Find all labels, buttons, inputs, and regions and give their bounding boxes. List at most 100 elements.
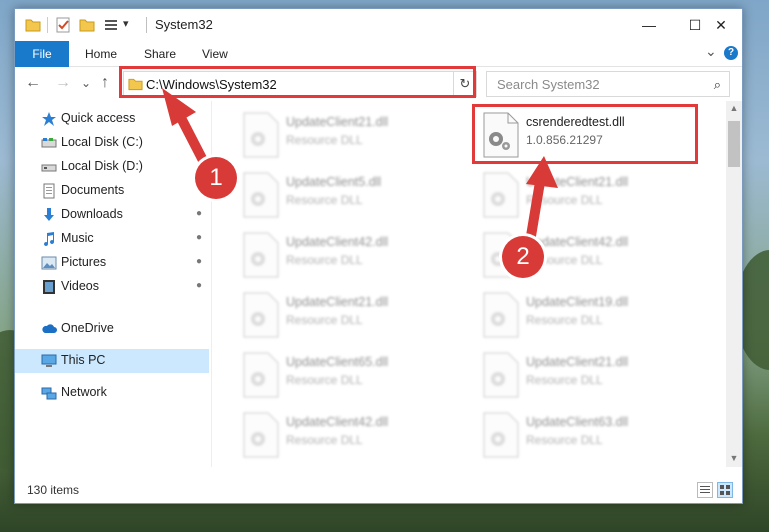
close-button[interactable]: ✕ [698, 9, 744, 41]
sidebar-item-label: Videos [61, 279, 99, 293]
search-input[interactable]: Search System32 ⌕ [486, 71, 730, 97]
file-type: Resource DLL [526, 373, 603, 387]
sidebar-item-label: OneDrive [61, 321, 114, 335]
sidebar-item-network[interactable]: Network [15, 381, 209, 405]
recent-locations-button[interactable]: ⌄ [81, 76, 91, 90]
drive-icon [41, 164, 57, 172]
star-icon [42, 112, 56, 126]
scroll-down-icon[interactable]: ▼ [726, 453, 742, 463]
file-name: UpdateClient19.dll [526, 295, 629, 309]
file-name: UpdateClient42.dll [286, 235, 389, 249]
list-item[interactable]: UpdateClient21.dll Resource DLL [476, 167, 708, 223]
sidebar-item-music[interactable]: Music ● [15, 227, 209, 251]
dll-file-icon [243, 112, 279, 158]
file-name: UpdateClient21.dll [526, 355, 629, 369]
list-item[interactable]: UpdateClient63.dll Resource DLL [476, 407, 708, 463]
file-type: Resource DLL [286, 193, 363, 207]
list-item[interactable]: UpdateClient42.dll Resource DLL [236, 227, 468, 283]
toolbar-dropdown-icon[interactable]: ▾ [123, 17, 129, 30]
back-button[interactable]: ← [25, 74, 41, 92]
sidebar-item-pictures[interactable]: Pictures ● [15, 251, 209, 275]
dll-file-icon [243, 412, 279, 458]
file-name: UpdateClient42.dll [286, 415, 389, 429]
list-item[interactable]: UpdateClient5.dll Resource DLL [236, 167, 468, 223]
sidebar-item-documents[interactable]: Documents ● [15, 179, 209, 203]
sidebar-item-label: Network [61, 385, 107, 399]
sidebar-item-label: Pictures [61, 255, 107, 269]
scroll-up-icon[interactable]: ▲ [726, 103, 742, 113]
list-item[interactable]: UpdateClient65.dll Resource DLL [236, 347, 468, 403]
file-highlight [472, 104, 698, 164]
properties-icon[interactable] [55, 17, 71, 33]
file-name: UpdateClient21.dll [286, 295, 389, 309]
ribbon-expand-icon[interactable]: ⌄ [705, 43, 717, 60]
tab-view[interactable]: View [202, 47, 228, 61]
file-name: UpdateClient63.dll [526, 415, 629, 429]
videos-icon [43, 280, 55, 294]
vertical-scrollbar[interactable]: ▲ ▼ [726, 101, 742, 467]
documents-icon [43, 183, 55, 199]
minimize-button[interactable]: — [626, 9, 672, 41]
sidebar-item-label: Downloads [61, 207, 123, 221]
customize-toolbar-icon[interactable] [103, 17, 119, 33]
tab-home[interactable]: Home [85, 47, 117, 61]
list-item[interactable]: UpdateClient21.dll Resource DLL [476, 347, 708, 403]
large-icons-view-button[interactable] [717, 482, 733, 498]
file-type: Resource DLL [286, 313, 363, 327]
file-tab[interactable]: File [15, 41, 69, 67]
file-type: Resource DLL [526, 313, 603, 327]
details-view-icon [700, 486, 710, 493]
details-view-button[interactable] [697, 482, 713, 498]
network-icon [41, 387, 57, 400]
file-name: UpdateClient5.dll [286, 175, 382, 189]
pin-icon[interactable]: ● [196, 232, 202, 243]
file-type: Resource DLL [286, 253, 363, 267]
sidebar-item-videos[interactable]: Videos ● [15, 275, 209, 299]
list-item[interactable]: UpdateClient42.dll Resource DLL [236, 407, 468, 463]
title-separator [146, 17, 147, 33]
drive-icon [41, 138, 57, 148]
dll-file-icon [243, 292, 279, 338]
search-icon[interactable]: ⌕ [714, 77, 721, 93]
list-item[interactable]: UpdateClient21.dll Resource DLL [236, 287, 468, 343]
search-placeholder: Search System32 [497, 77, 600, 92]
title-bar: ▾ System32 — ☐ ✕ [15, 9, 742, 41]
dll-file-icon [483, 352, 519, 398]
sidebar-item-label: This PC [61, 353, 106, 367]
up-button[interactable]: ↑ [101, 74, 109, 92]
sidebar-item-label: Local Disk (D:) [61, 159, 143, 173]
sidebar-item-this-pc[interactable]: This PC [15, 349, 209, 373]
sidebar-item-label: Local Disk (C:) [61, 135, 143, 149]
list-item[interactable]: UpdateClient19.dll Resource DLL [476, 287, 708, 343]
new-folder-icon[interactable] [79, 17, 95, 33]
item-count: 130 items [27, 483, 80, 497]
sidebar-item-label: Music [61, 231, 94, 245]
dll-file-icon [243, 232, 279, 278]
help-icon[interactable]: ? [724, 46, 738, 60]
file-type: Resource DLL [526, 433, 603, 447]
folder-icon[interactable] [25, 17, 41, 33]
sidebar-item-onedrive[interactable]: OneDrive [15, 317, 209, 341]
download-icon [44, 208, 54, 221]
file-name: UpdateClient21.dll [286, 115, 389, 129]
pictures-icon [41, 256, 57, 270]
pin-icon[interactable]: ● [196, 208, 202, 219]
pin-icon[interactable]: ● [196, 256, 202, 267]
annotation-marker-2: 2 [502, 236, 544, 278]
file-type: Resource DLL [286, 433, 363, 447]
scrollbar-thumb[interactable] [728, 121, 740, 167]
music-icon [44, 232, 55, 247]
window-title: System32 [155, 17, 213, 32]
pin-icon[interactable]: ● [196, 280, 202, 291]
dll-file-icon [483, 412, 519, 458]
forward-button[interactable]: → [55, 74, 71, 92]
file-type: Resource DLL [286, 133, 363, 147]
large-icons-view-icon [720, 485, 730, 495]
title-separator [47, 17, 48, 33]
monitor-icon [41, 354, 57, 367]
list-item[interactable]: UpdateClient21.dll Resource DLL [236, 107, 468, 163]
tab-share[interactable]: Share [144, 47, 176, 61]
file-name: UpdateClient65.dll [286, 355, 389, 369]
status-bar: 130 items [15, 479, 742, 503]
sidebar-item-downloads[interactable]: Downloads ● [15, 203, 209, 227]
